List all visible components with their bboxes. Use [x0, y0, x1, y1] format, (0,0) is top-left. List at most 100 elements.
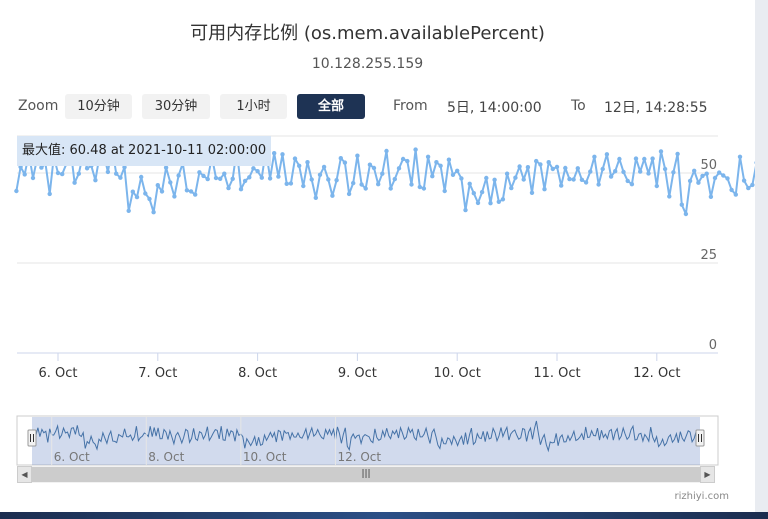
- data-point: [267, 176, 273, 181]
- data-point: [276, 174, 281, 179]
- data-point: [567, 176, 572, 182]
- data-point: [746, 185, 751, 191]
- data-point: [159, 189, 165, 194]
- y-tick-label: 25: [700, 248, 717, 263]
- data-point: [583, 180, 589, 185]
- data-point: [417, 184, 422, 190]
- data-point: [351, 180, 356, 186]
- x-tick-label: 10. Oct: [434, 366, 481, 381]
- data-point: [450, 172, 456, 177]
- x-tick-label: 11. Oct: [533, 366, 580, 381]
- y-tick-label: 0: [709, 338, 717, 353]
- navigator-left-handle[interactable]: [27, 429, 37, 447]
- data-point: [363, 186, 368, 191]
- data-point: [646, 171, 651, 176]
- data-point: [662, 166, 668, 172]
- data-point: [47, 191, 52, 197]
- data-point: [592, 154, 597, 159]
- data-point: [184, 188, 190, 193]
- data-point: [696, 180, 701, 185]
- data-point: [197, 170, 202, 175]
- data-point: [667, 194, 672, 199]
- data-point: [400, 156, 406, 162]
- navigator-tick-label: 8. Oct: [148, 450, 184, 464]
- data-point: [55, 170, 61, 176]
- data-point: [230, 176, 235, 181]
- data-point: [105, 169, 111, 175]
- data-point: [538, 162, 543, 167]
- data-point: [654, 183, 659, 189]
- data-point: [405, 158, 410, 164]
- data-point: [717, 170, 722, 175]
- navigator-tick-label: 6. Oct: [54, 450, 90, 464]
- data-point: [60, 171, 65, 177]
- data-point: [301, 183, 306, 189]
- data-point: [371, 165, 377, 171]
- x-tick-label: 8. Oct: [238, 366, 277, 381]
- data-point: [571, 177, 576, 182]
- data-point: [613, 169, 618, 174]
- navigator-right-handle[interactable]: [695, 429, 705, 447]
- data-point: [317, 172, 323, 177]
- data-point: [226, 185, 231, 191]
- data-point: [438, 163, 443, 168]
- data-point: [687, 178, 693, 184]
- data-point: [692, 168, 697, 173]
- data-point: [534, 158, 539, 164]
- data-point: [471, 191, 476, 196]
- scrollbar-thumb[interactable]: |||: [32, 467, 700, 482]
- data-point: [596, 182, 601, 187]
- data-point: [625, 178, 630, 184]
- data-point: [658, 149, 664, 154]
- data-point: [413, 147, 418, 152]
- data-point: [213, 175, 219, 181]
- data-point: [425, 154, 431, 159]
- data-point: [242, 178, 248, 184]
- data-point: [542, 187, 547, 192]
- data-point: [650, 156, 655, 161]
- data-point: [604, 152, 610, 157]
- data-point: [683, 211, 689, 217]
- data-point: [346, 191, 352, 197]
- tooltip-label: 最大值: 60.48 at 2021-10-11 02:00:00: [17, 136, 272, 166]
- data-point: [700, 173, 705, 179]
- data-point: [155, 183, 160, 188]
- data-point: [176, 173, 181, 178]
- data-point: [30, 175, 36, 181]
- data-point: [559, 183, 564, 188]
- data-point: [608, 174, 614, 179]
- data-point: [484, 175, 489, 181]
- scroll-right-arrow-icon[interactable]: ▶: [700, 466, 715, 483]
- data-point: [525, 165, 531, 170]
- data-point: [750, 182, 755, 188]
- data-point: [629, 182, 635, 187]
- data-point: [455, 168, 460, 173]
- data-point: [642, 156, 647, 162]
- data-point: [126, 208, 131, 213]
- navigator-tick-label: 10. Oct: [243, 450, 287, 464]
- data-point: [255, 169, 260, 174]
- data-point: [729, 187, 734, 193]
- data-point: [305, 160, 310, 165]
- data-point: [193, 192, 198, 197]
- scroll-left-arrow-icon[interactable]: ◀: [17, 466, 32, 483]
- data-point: [725, 176, 730, 181]
- data-point: [163, 165, 169, 170]
- data-point: [500, 197, 506, 202]
- data-point: [359, 182, 364, 187]
- data-point: [288, 181, 294, 186]
- taskbar-strip: [0, 512, 768, 519]
- data-point: [741, 178, 747, 183]
- data-point: [114, 171, 119, 176]
- data-point: [384, 148, 389, 154]
- data-point: [446, 157, 452, 162]
- credits-link[interactable]: rizhiyi.com: [675, 491, 730, 502]
- data-point: [563, 165, 568, 171]
- data-point: [313, 195, 318, 200]
- data-point: [222, 171, 227, 176]
- data-point: [280, 152, 285, 157]
- data-point: [22, 172, 27, 177]
- data-point: [488, 201, 493, 206]
- data-point: [330, 193, 335, 198]
- data-point: [638, 169, 643, 174]
